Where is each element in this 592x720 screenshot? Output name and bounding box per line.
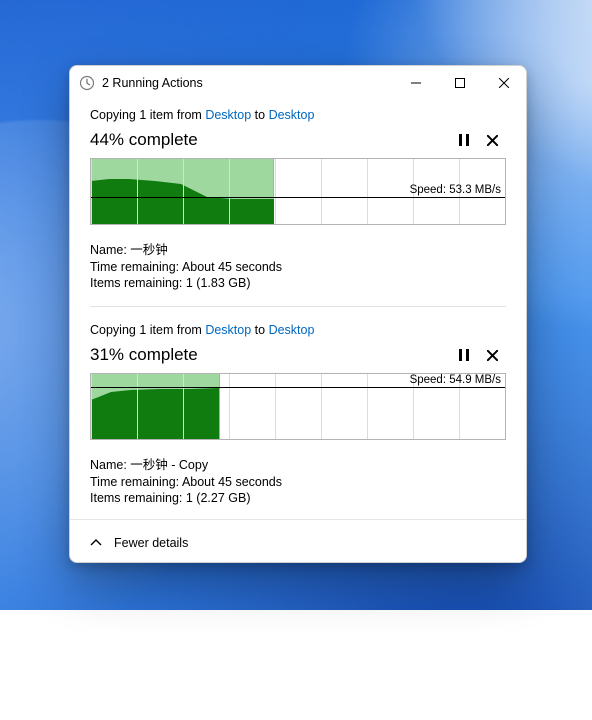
detail-value-items: 1 (2.27 GB) [186, 491, 251, 505]
window-controls [394, 66, 526, 100]
chart-speed-line [91, 387, 505, 388]
copy-task: Copying 1 item from Desktop to Desktop 3… [90, 315, 506, 505]
detail-value-time: About 45 seconds [182, 475, 282, 489]
chart-speed-label: Speed: 53.3 MB/s [410, 184, 501, 197]
detail-value-name: 一秒钟 - Copy [130, 458, 208, 472]
copy-caption: Copying 1 item from Desktop to Desktop [90, 108, 506, 122]
pause-button[interactable] [450, 343, 478, 367]
chart-speed-label: Speed: 54.9 MB/s [410, 374, 501, 387]
cancel-button[interactable] [478, 128, 506, 152]
caption-mid: to [251, 323, 268, 337]
dest-link[interactable]: Desktop [269, 323, 315, 337]
percent-complete: 31% complete [90, 345, 450, 365]
source-link[interactable]: Desktop [205, 108, 251, 122]
clock-icon [79, 75, 95, 91]
pause-button[interactable] [450, 128, 478, 152]
dest-link[interactable]: Desktop [269, 108, 315, 122]
titlebar[interactable]: 2 Running Actions [70, 66, 526, 100]
window-title: 2 Running Actions [102, 76, 394, 90]
minimize-button[interactable] [394, 66, 438, 100]
copy-details: Name: 一秒钟 Time remaining: About 45 secon… [90, 239, 506, 290]
detail-value-items: 1 (1.83 GB) [186, 276, 251, 290]
detail-value-time: About 45 seconds [182, 260, 282, 274]
chart-speed-line [91, 197, 505, 198]
detail-value-name: 一秒钟 [130, 243, 168, 257]
caption-prefix: Copying 1 item from [90, 108, 205, 122]
copy-task: Copying 1 item from Desktop to Desktop 4… [90, 100, 506, 290]
copy-caption: Copying 1 item from Desktop to Desktop [90, 323, 506, 337]
cancel-button[interactable] [478, 343, 506, 367]
window-close-button[interactable] [482, 66, 526, 100]
task-separator [90, 306, 506, 307]
caption-mid: to [251, 108, 268, 122]
chevron-up-icon [90, 537, 102, 549]
percent-complete: 44% complete [90, 130, 450, 150]
details-toggle[interactable]: Fewer details [70, 526, 526, 562]
details-toggle-label: Fewer details [114, 536, 188, 550]
source-link[interactable]: Desktop [205, 323, 251, 337]
throughput-chart[interactable]: Speed: 54.9 MB/s [90, 373, 506, 440]
detail-label-time: Time remaining: [90, 260, 182, 274]
detail-label-name: Name: [90, 458, 130, 472]
footer-separator [70, 519, 526, 520]
detail-label-time: Time remaining: [90, 475, 182, 489]
maximize-button[interactable] [438, 66, 482, 100]
detail-label-name: Name: [90, 243, 130, 257]
detail-label-items: Items remaining: [90, 491, 186, 505]
copy-details: Name: 一秒钟 - Copy Time remaining: About 4… [90, 454, 506, 505]
detail-label-items: Items remaining: [90, 276, 186, 290]
throughput-chart[interactable]: Speed: 53.3 MB/s [90, 158, 506, 225]
copy-dialog-window: 2 Running Actions Copying 1 item from De… [69, 65, 527, 563]
caption-prefix: Copying 1 item from [90, 323, 205, 337]
